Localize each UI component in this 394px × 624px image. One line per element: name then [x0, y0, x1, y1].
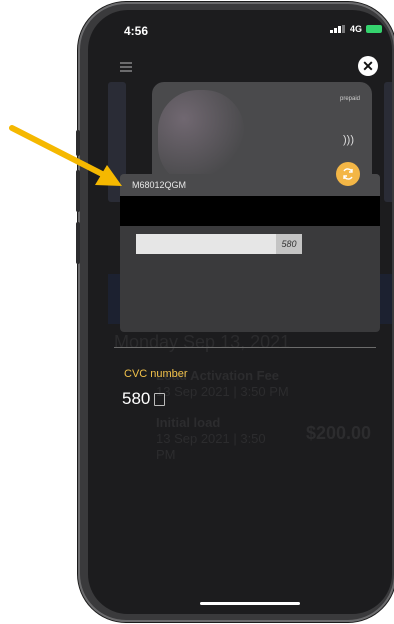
home-indicator	[200, 602, 300, 605]
card-prepaid-label: prepaid	[339, 96, 360, 102]
card-texture	[158, 90, 244, 186]
status-indicators: 4G	[329, 24, 382, 34]
transaction-title: Initial load	[156, 415, 221, 430]
cvc-value: 580	[122, 389, 151, 408]
contactless-icon: )))	[343, 134, 354, 146]
status-bar: 4:56 4G	[88, 10, 392, 46]
divider	[114, 347, 376, 348]
next-card-edge	[384, 82, 392, 202]
copy-icon[interactable]	[154, 392, 166, 406]
cvc-field-value: 580	[276, 234, 302, 254]
phone-volume-down-button	[76, 222, 80, 264]
annotation-arrow	[9, 125, 122, 186]
cvc-label: CVC number	[124, 368, 188, 380]
network-label: 4G	[349, 24, 362, 34]
card-id: M68012QGM	[132, 180, 187, 190]
battery-icon	[366, 25, 382, 33]
masked-card-number	[120, 196, 380, 226]
cvc-field[interactable]: 580	[136, 234, 302, 254]
status-time: 4:56	[124, 24, 149, 38]
transactions-date-heading: Monday Sep 13, 2021	[114, 332, 291, 352]
signal-icon	[329, 25, 346, 33]
refresh-icon	[343, 168, 353, 180]
phone-screen: 4:56 4G ✕ prepaid ))) M68012QGM 580 Mond…	[88, 10, 392, 614]
menu-icon[interactable]	[120, 62, 132, 72]
cvc-value-row: 580	[122, 389, 166, 409]
refresh-button[interactable]	[336, 162, 360, 186]
transaction-amount: $200.00	[306, 423, 372, 443]
transaction-date: 13 Sep 2021 | 3:50 PM	[156, 384, 289, 399]
transaction-date: 13 Sep 2021 | 3:50 PM	[156, 431, 266, 462]
card-details-popup: M68012QGM 580	[120, 174, 380, 332]
close-icon: ✕	[362, 57, 374, 74]
close-button[interactable]: ✕	[358, 56, 378, 76]
